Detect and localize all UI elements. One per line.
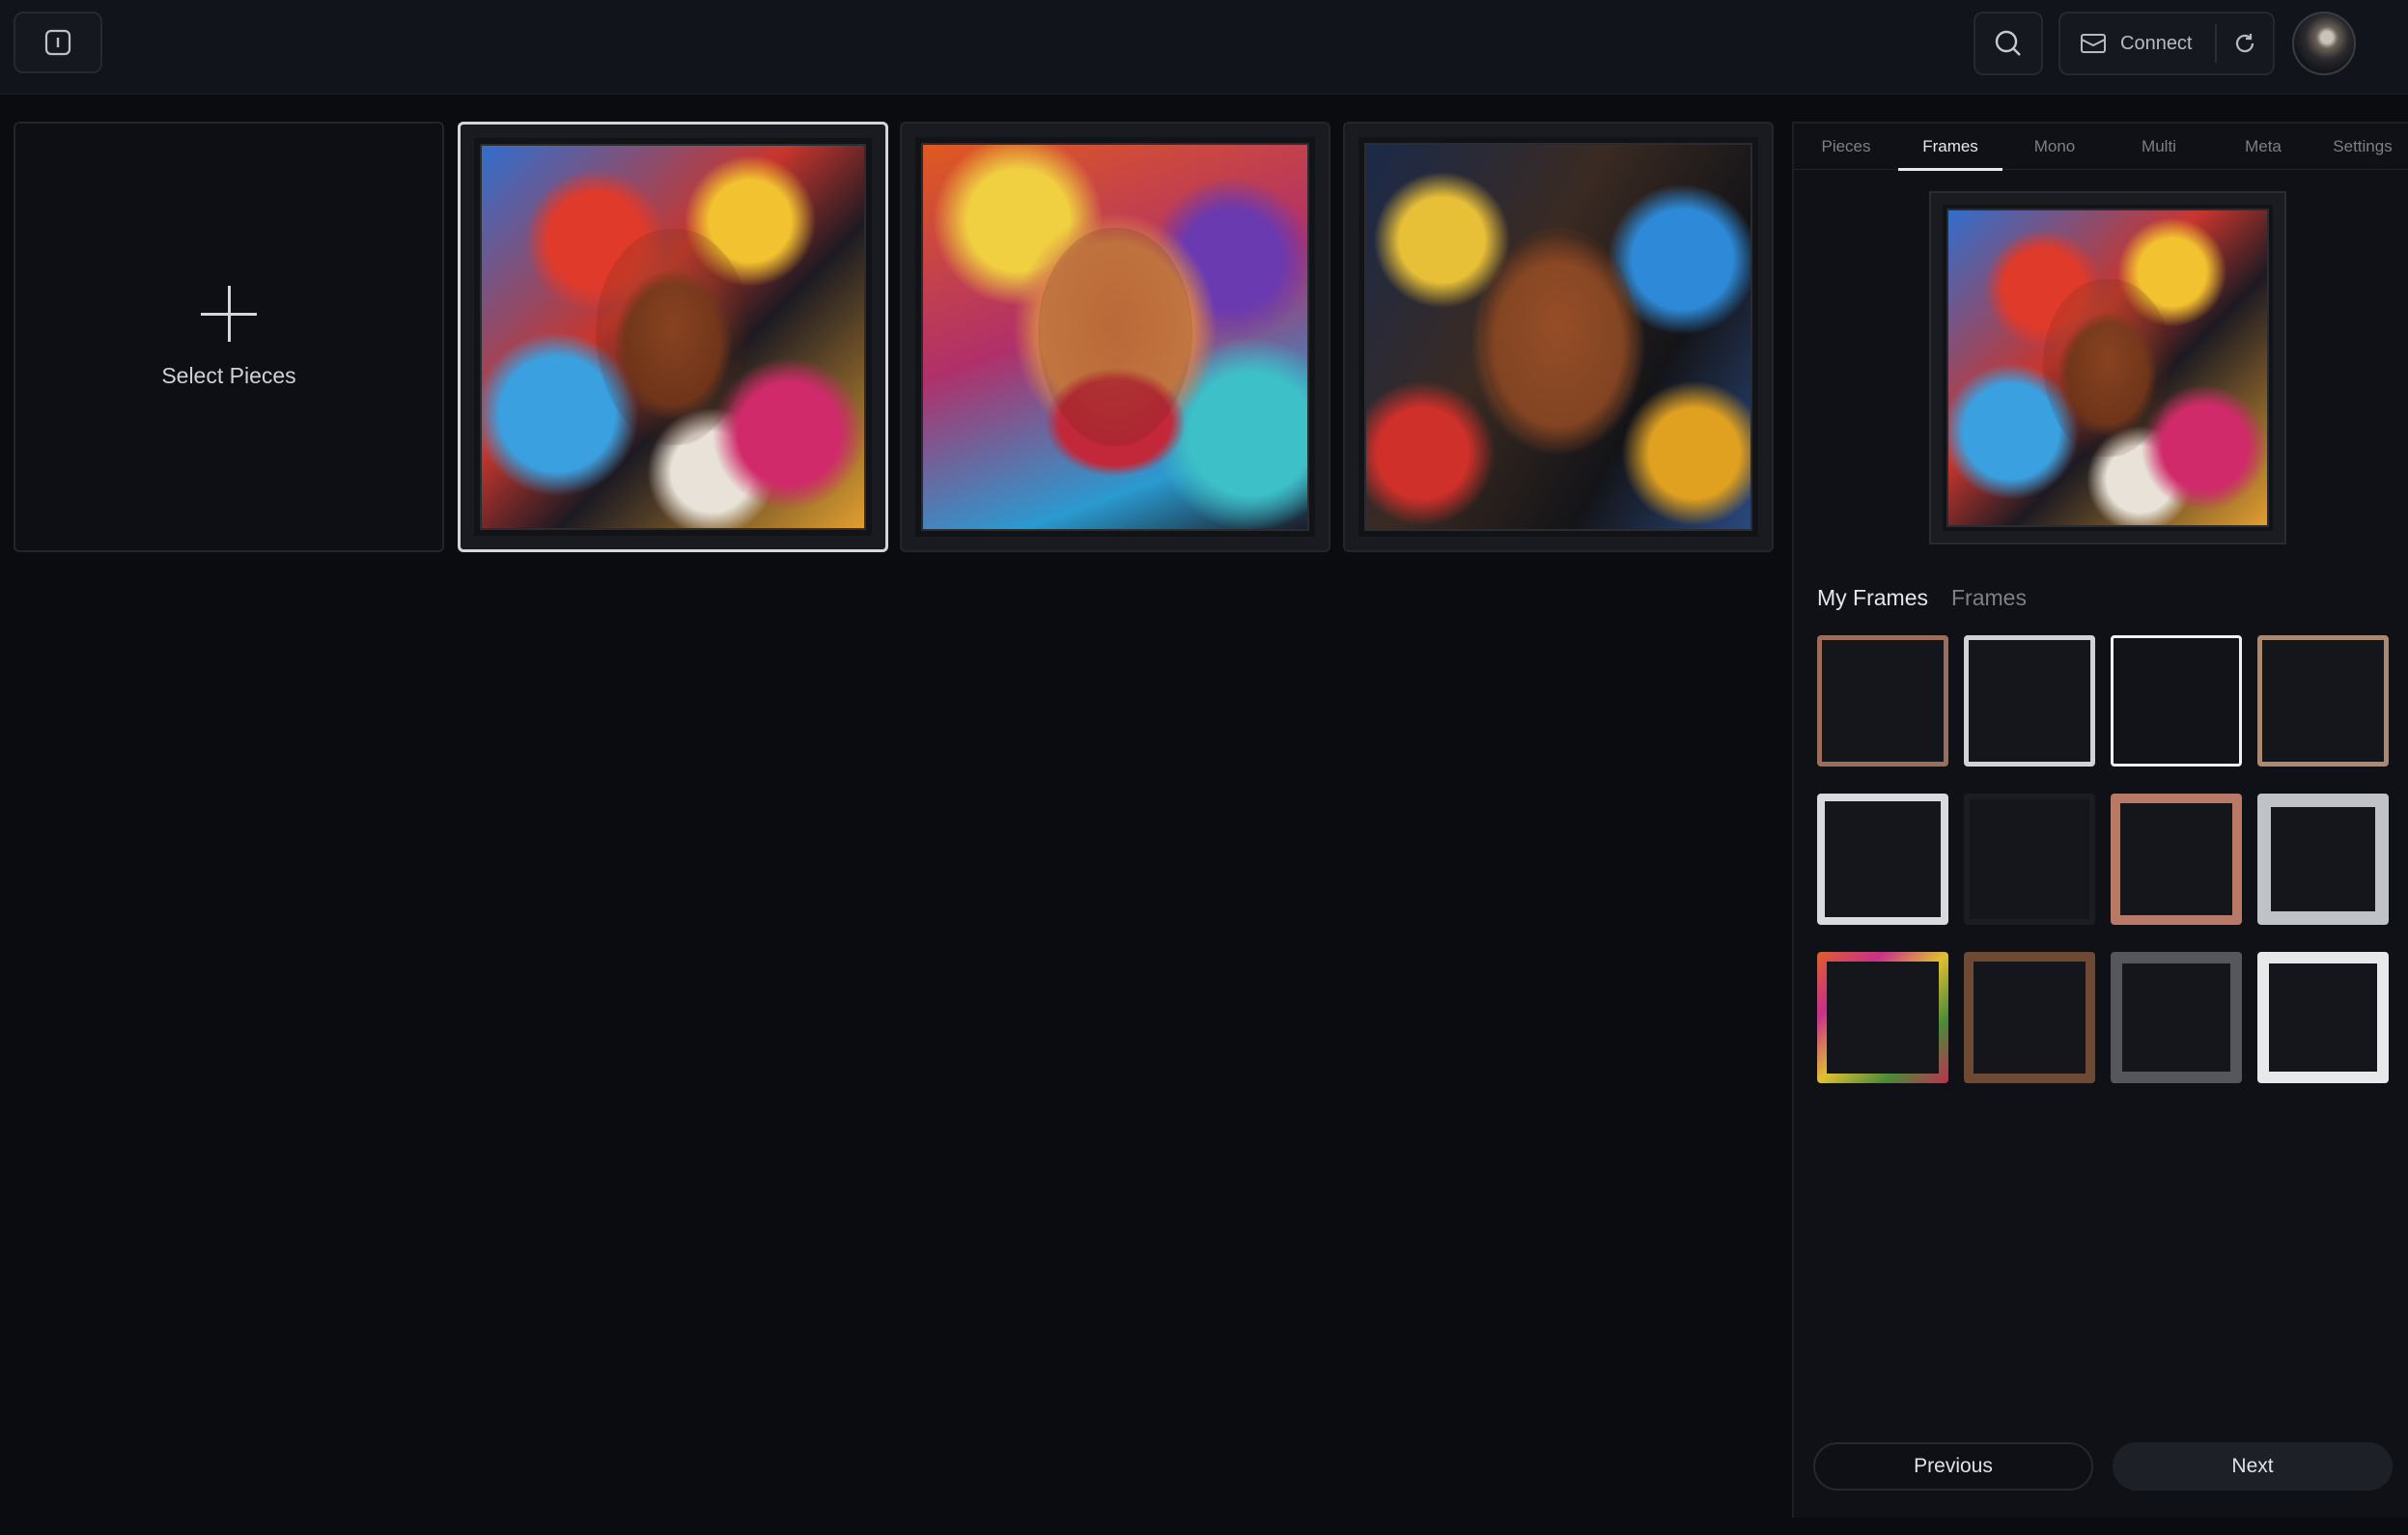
info-button[interactable]: [14, 12, 102, 73]
tab-multi[interactable]: Multi: [2107, 124, 2211, 170]
frame-option-black-matte[interactable]: [1964, 794, 2095, 925]
info-icon: [44, 29, 71, 56]
mail-icon: [2081, 34, 2106, 53]
select-pieces-label: Select Pieces: [161, 362, 296, 388]
connect-group: Connect: [2058, 12, 2275, 75]
refresh-button[interactable]: [2217, 14, 2273, 73]
artwork-image-2: [915, 137, 1315, 537]
tab-settings[interactable]: Settings: [2315, 124, 2408, 170]
tab-mono[interactable]: Mono: [2002, 124, 2107, 170]
panel-tabs: Pieces Frames Mono Multi Meta Settings: [1794, 124, 2408, 171]
artwork-tile-3[interactable]: [1343, 122, 1774, 552]
plus-icon: [201, 285, 257, 342]
framed-artwork-preview: [1929, 191, 2286, 544]
artwork-tile-1[interactable]: [458, 122, 888, 552]
frame-option-bronze[interactable]: [2257, 635, 2389, 767]
frame-option-silver[interactable]: [1964, 635, 2095, 767]
frame-preview: [1794, 191, 2408, 544]
search-button[interactable]: [1974, 12, 2043, 75]
frame-option-white[interactable]: [1817, 794, 1948, 925]
frames-panel: Pieces Frames Mono Multi Meta Settings M…: [1792, 122, 2408, 1518]
artwork-image-1: [474, 138, 872, 536]
top-bar: Connect: [0, 0, 2408, 95]
select-pieces-tile[interactable]: Select Pieces: [14, 122, 444, 552]
previous-button[interactable]: Previous: [1813, 1442, 2093, 1491]
tab-frames[interactable]: Frames: [1898, 124, 2002, 171]
frame-option-black[interactable]: [2111, 635, 2242, 767]
sub-tab-my-frames[interactable]: My Frames: [1817, 585, 1928, 611]
frame-option-marble[interactable]: [2257, 952, 2389, 1083]
connect-label: Connect: [2120, 32, 2193, 54]
user-avatar[interactable]: [2292, 12, 2356, 75]
frames-grid: [1817, 635, 2398, 1083]
tab-pieces[interactable]: Pieces: [1794, 124, 1898, 170]
artwork-image-3: [1358, 137, 1758, 537]
connect-button[interactable]: Connect: [2060, 14, 2215, 73]
frame-option-rose-gold[interactable]: [2111, 794, 2242, 925]
frame-option-copper[interactable]: [1817, 635, 1948, 767]
frame-option-gunmetal[interactable]: [2111, 952, 2242, 1083]
frame-sub-tabs: My Frames Frames: [1817, 585, 2027, 611]
frame-option-dark-wood[interactable]: [1964, 952, 2095, 1083]
sub-tab-frames[interactable]: Frames: [1951, 585, 2027, 611]
tab-meta[interactable]: Meta: [2211, 124, 2315, 170]
frame-option-multicolor[interactable]: [1817, 952, 1948, 1083]
preview-artwork-image: [1943, 205, 2273, 531]
frame-option-silver-ornate[interactable]: [2257, 794, 2389, 925]
refresh-icon: [2235, 34, 2254, 53]
next-button[interactable]: Next: [2113, 1442, 2393, 1491]
artwork-tile-2[interactable]: [900, 122, 1330, 552]
search-icon: [1995, 30, 2021, 56]
